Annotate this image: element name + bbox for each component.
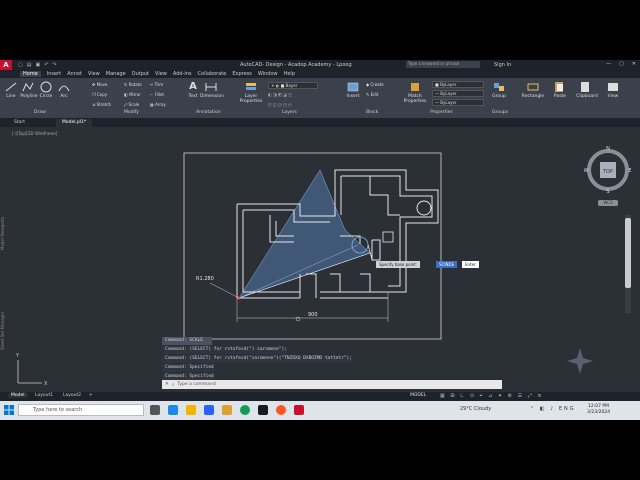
dimension-text-radius: R1.280 (196, 276, 214, 282)
command-input[interactable]: Type a command (177, 382, 215, 387)
model-space-toggle[interactable]: MODEL (410, 393, 426, 398)
mail-icon[interactable] (204, 405, 214, 415)
status-bar-icons[interactable]: ▦ ⊞ ∟ ⊙ ⌖ ⊿ ✦ ⚙ ☰ ⤢ ≡ (440, 393, 544, 399)
system-tray[interactable]: ⌃ ◧ ♪ ENG (530, 406, 576, 412)
edge-icon[interactable] (168, 405, 178, 415)
navigation-bar-thumb[interactable] (625, 218, 631, 288)
command-history: Command: SCALE Command: (SELECT) for rvt… (162, 337, 422, 382)
folder-icon[interactable] (222, 405, 232, 415)
command-history-line: Command: (SELECT) for rvtxfesd(") sarome… (162, 346, 287, 354)
search-command-icon[interactable]: ⌕ (172, 382, 175, 388)
viewcube[interactable]: TOP N E W S (584, 146, 632, 194)
close-command-icon[interactable]: ✕ (165, 382, 169, 387)
door-symbol (382, 231, 394, 243)
store-icon[interactable] (258, 405, 268, 415)
autocad-window: A ▢ ▤ ▣ ↶ ↷ AutoCAD- Design - Acadop Aca… (0, 60, 640, 420)
weather-widget[interactable]: 29°C Cloudy (460, 406, 491, 412)
compass-s: S (606, 189, 609, 194)
command-history-line: Command: SCALE (162, 337, 212, 345)
grip-point[interactable] (237, 296, 241, 300)
dynamic-input-value[interactable]: SCINDE (436, 261, 458, 268)
layout-tab-model[interactable]: Model (8, 393, 28, 398)
sparkle-icon (567, 348, 593, 374)
app-icon[interactable] (276, 405, 286, 415)
compass-w: W (584, 168, 589, 174)
add-layout-icon[interactable]: + (86, 393, 96, 398)
clock[interactable]: 12:07 PM 3/23/2024 (587, 404, 610, 416)
dynamic-input-prompt: Specify base point: (376, 261, 421, 268)
dimension-text-bottom: 900 (308, 312, 318, 318)
round-fixture (416, 200, 432, 216)
chrome-icon[interactable] (240, 405, 250, 415)
layout-tab-2[interactable]: Layout2 (60, 393, 84, 398)
task-view-icon[interactable] (150, 405, 160, 415)
layout-tabs: Model Layout1 Layout2 + (0, 392, 640, 401)
selection-area (238, 169, 371, 299)
windows-taskbar: Type here to search 29°C Cloudy ⌃ ◧ ♪ EN… (0, 401, 640, 420)
wcs-dropdown[interactable]: WCS (598, 200, 618, 206)
command-line[interactable]: ✕ ⌕ Type a command (162, 380, 502, 389)
taskbar-search-input[interactable]: Type here to search (18, 404, 144, 416)
compass-n: N (606, 146, 610, 152)
compass-e: E (628, 168, 631, 174)
command-history-line: Command: (SELECT) for rvtxfesd("saromene… (162, 355, 352, 363)
dynamic-input-enter[interactable]: Enter (462, 261, 479, 268)
windows-start-icon[interactable] (4, 405, 14, 415)
layout-tab-1[interactable]: Layout1 (32, 393, 56, 398)
autocad-taskbar-icon[interactable] (294, 405, 304, 415)
leader-line (209, 282, 240, 299)
file-explorer-icon[interactable] (186, 405, 196, 415)
svg-text:X: X (44, 381, 48, 387)
svg-text:Y: Y (15, 353, 20, 359)
command-history-line: Command: Specified (162, 364, 214, 372)
viewcube-top: TOP (602, 169, 613, 175)
